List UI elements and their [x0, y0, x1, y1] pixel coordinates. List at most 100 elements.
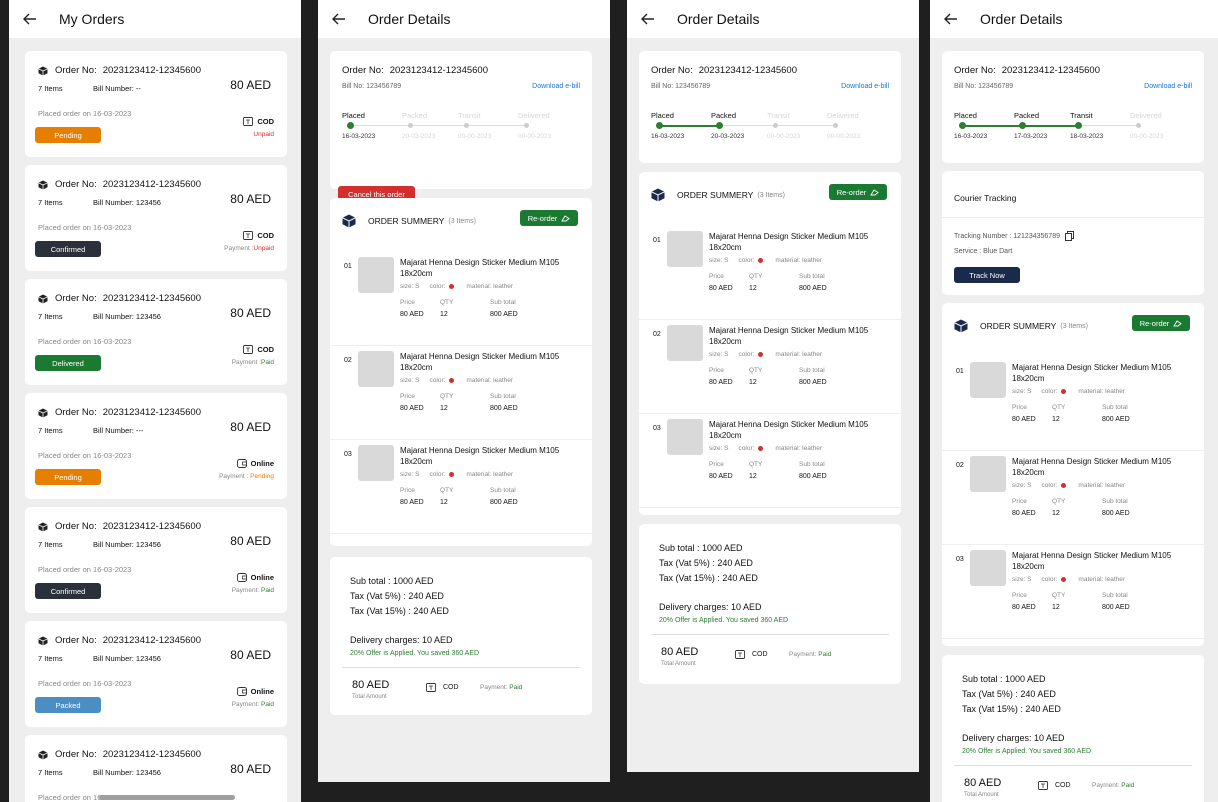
stepper-step-delivered: Delivered 00-00-2023: [1130, 111, 1163, 140]
item-subtotal: 800 AED: [1102, 604, 1130, 611]
order-card[interactable]: Order No: 2023123412-12345600 7 Items Bill …: [25, 735, 287, 802]
order-amount: 80 AED: [230, 648, 271, 662]
stepper-step-placed: Placed 16-03-2023: [342, 111, 375, 140]
order-number: Order No: 2023123412-12345600: [342, 65, 488, 76]
order-stepper: Placed 16-03-2023 Packed 20-03-2023 Transit 0…: [342, 111, 582, 147]
order-card[interactable]: Order No: 2023123412-12345600 7 Items Bill …: [25, 279, 287, 385]
download-ebill-link[interactable]: Download e-bill: [841, 83, 889, 90]
item-color-swatch: [449, 472, 455, 477]
box-icon: [38, 408, 48, 417]
item-material: material: leather: [466, 377, 514, 384]
payment-method: Online: [236, 459, 274, 468]
download-ebill-link[interactable]: Download e-bill: [1144, 83, 1192, 90]
item-name: Majarat Henna Design Sticker Medium M105…: [400, 352, 560, 372]
item-color-label: color:: [429, 377, 446, 384]
bill-number: Bill Number: --: [93, 84, 141, 93]
item-price: 80 AED: [709, 285, 733, 292]
divider: [639, 507, 901, 508]
cube-icon: [651, 188, 665, 202]
item-size: size: S: [709, 351, 729, 358]
payment-method-label: COD: [752, 651, 768, 658]
item-index: 01: [956, 368, 964, 375]
step-date: 00-00-2023: [827, 133, 861, 140]
order-summary-card: ORDER SUMMERY (3 Items) Re-order 01 Majarat …: [639, 172, 901, 515]
item-name: Majarat Henna Design Sticker Medium M105…: [1012, 457, 1172, 477]
summary-count: (3 Items): [757, 191, 785, 199]
track-now-button[interactable]: Track Now: [954, 267, 1020, 283]
item-thumbnail: [667, 231, 703, 267]
order-card[interactable]: Order No: 2023123412-12345600 7 Items Bill …: [25, 621, 287, 727]
step-label: Packed: [402, 111, 428, 120]
back-arrow-icon[interactable]: [944, 13, 958, 25]
item-name: Majarat Henna Design Sticker Medium M105…: [709, 232, 869, 252]
page-title: Order Details: [368, 11, 451, 27]
re-order-button[interactable]: Re-order: [829, 184, 887, 200]
order-card[interactable]: Order No: 2023123412-12345600 7 Items Bill …: [25, 393, 287, 499]
scrollbar[interactable]: [99, 795, 235, 800]
step-label: Transit: [1070, 111, 1093, 120]
item-material: material: leather: [775, 445, 823, 452]
re-order-button[interactable]: Re-order: [520, 210, 578, 226]
price-breakdown: Sub total : 1000 AED Tax (Vat 5%) : 240 A…: [659, 541, 788, 627]
stepper-step-transit: Transit 18-03-2023: [1070, 111, 1103, 140]
item-color-swatch: [758, 352, 764, 357]
bill-number: Bill Number: 123456: [93, 198, 161, 207]
payment-method-label: Online: [250, 573, 274, 582]
back-arrow-icon[interactable]: [332, 13, 346, 25]
cash-icon: [735, 650, 745, 659]
payment-status-value: Paid: [818, 651, 832, 658]
order-card[interactable]: Order No: 2023123412-12345600 7 Items Bill …: [25, 507, 287, 613]
item-size: size: S: [1012, 482, 1032, 489]
order-number-label: Order No:: [55, 65, 97, 76]
back-arrow-icon[interactable]: [641, 13, 655, 25]
summary-title: ORDER SUMMERY: [677, 190, 754, 200]
bill-number: Bill No: 123456789: [651, 83, 711, 90]
summary-item: 01 Majarat Henna Design Sticker Medium M1…: [639, 226, 901, 320]
back-arrow-icon[interactable]: [23, 13, 37, 25]
item-count: 7 Items: [38, 198, 63, 207]
bill-number: Bill Number: ---: [93, 426, 144, 435]
order-amount: 80 AED: [230, 534, 271, 548]
item-qty: 12: [1052, 604, 1060, 611]
order-number-value: 2023123412-12345600: [102, 635, 201, 646]
order-card[interactable]: Order No: 2023123412-12345600 7 Items Bill …: [25, 165, 287, 271]
cube-icon: [954, 319, 968, 333]
payment-status-value: Unpaid: [253, 131, 274, 138]
cash-icon: [243, 231, 254, 240]
summary-header: ORDER SUMMERY (3 Items): [954, 319, 1088, 333]
courier-title: Courier Tracking: [954, 193, 1017, 203]
my-orders-screen: My Orders Order No: 2023123412-12345600 7 …: [9, 0, 301, 802]
item-attributes: size: S color: material: leather: [1012, 388, 1125, 395]
status-badge: Confirmed: [35, 241, 101, 257]
download-ebill-link[interactable]: Download e-bill: [532, 83, 580, 90]
item-material: material: leather: [466, 471, 514, 478]
payment-status: Payment: Paid: [1092, 782, 1134, 789]
order-amount: 80 AED: [230, 306, 271, 320]
payment-method: COD: [426, 683, 459, 692]
cube-icon: [342, 214, 356, 228]
item-attributes: size: S color: material: leather: [1012, 576, 1125, 583]
step-label: Delivered: [827, 111, 859, 120]
order-number-label: Order No:: [55, 635, 97, 646]
stepper-step-packed: Packed 17-03-2023: [1014, 111, 1047, 140]
order-summary-card: ORDER SUMMERY (3 Items) Re-order 01 Majarat …: [942, 303, 1204, 646]
item-thumbnail: [667, 419, 703, 455]
payment-method-label: Online: [250, 687, 274, 696]
item-attributes: size: S color: material: leather: [709, 445, 822, 452]
order-details-screen-packed: Order Details Order No: 2023123412-123456…: [627, 0, 919, 772]
box-icon: [38, 522, 48, 531]
stepper-step-packed: Packed 20-03-2023: [402, 111, 435, 140]
order-card[interactable]: Order No: 2023123412-12345600 7 Items Bill …: [25, 51, 287, 157]
item-name: Majarat Henna Design Sticker Medium M105…: [1012, 363, 1172, 383]
price-label: Price: [1012, 592, 1027, 599]
payment-method-label: COD: [257, 231, 274, 240]
payment-status-value: Unpaid: [253, 245, 274, 252]
payment-status-prefix: Payment :: [219, 473, 251, 480]
bill-number: Bill Number: 123456: [93, 768, 161, 777]
total-amount-label: Total Amount: [964, 792, 999, 798]
payment-status: Unpaid: [253, 131, 274, 138]
re-order-button[interactable]: Re-order: [1132, 315, 1190, 331]
item-subtotal: 800 AED: [1102, 416, 1130, 423]
copy-icon[interactable]: [1064, 231, 1074, 241]
